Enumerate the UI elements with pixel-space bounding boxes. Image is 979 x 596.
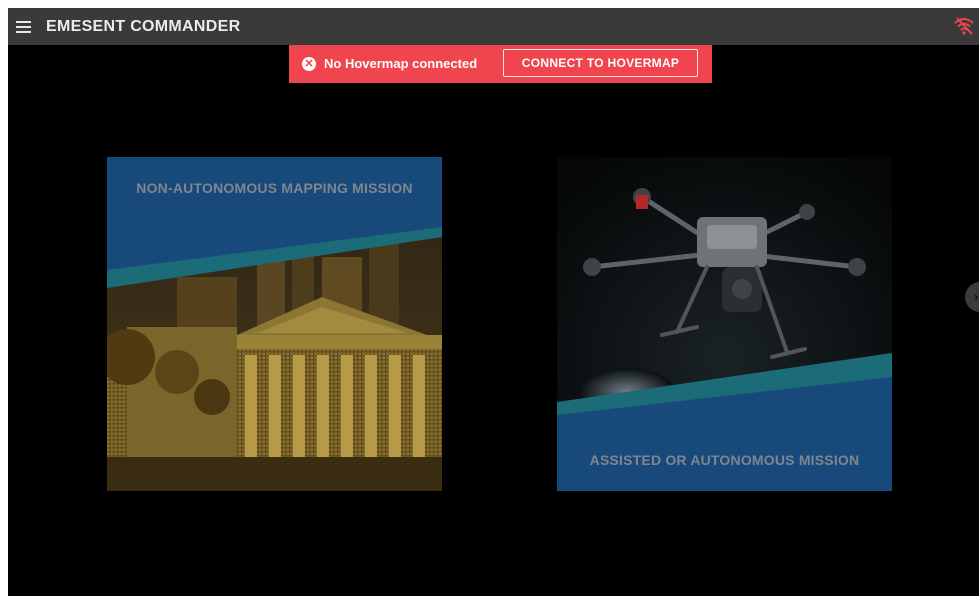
hamburger-menu-icon[interactable] [16,17,36,37]
connect-to-hovermap-button[interactable]: CONNECT TO HOVERMAP [503,49,698,77]
chevron-right-icon: › [974,289,979,304]
connection-alert: ✕ No Hovermap connected CONNECT TO HOVER… [289,45,712,83]
alert-message: No Hovermap connected [324,56,478,71]
autonomous-mission-card[interactable]: ASSISTED OR AUTONOMOUS MISSION [557,157,892,491]
card-title: NON-AUTONOMOUS MAPPING MISSION [136,180,413,196]
x-circle-icon: ✕ [302,57,316,71]
scroll-right-button[interactable]: › [965,282,979,312]
non-autonomous-mission-card[interactable]: NON-AUTONOMOUS MAPPING MISSION [107,157,442,491]
building-point-cloud-image [107,157,442,491]
top-bar: EMESENT COMMANDER [8,8,979,45]
wifi-off-icon[interactable] [953,16,975,36]
app-window: EMESENT COMMANDER ✕ No Hovermap connecte… [8,8,979,596]
card-title: ASSISTED OR AUTONOMOUS MISSION [589,452,860,468]
app-title: EMESENT COMMANDER [46,18,241,35]
drone-with-lidar-image [557,157,892,491]
